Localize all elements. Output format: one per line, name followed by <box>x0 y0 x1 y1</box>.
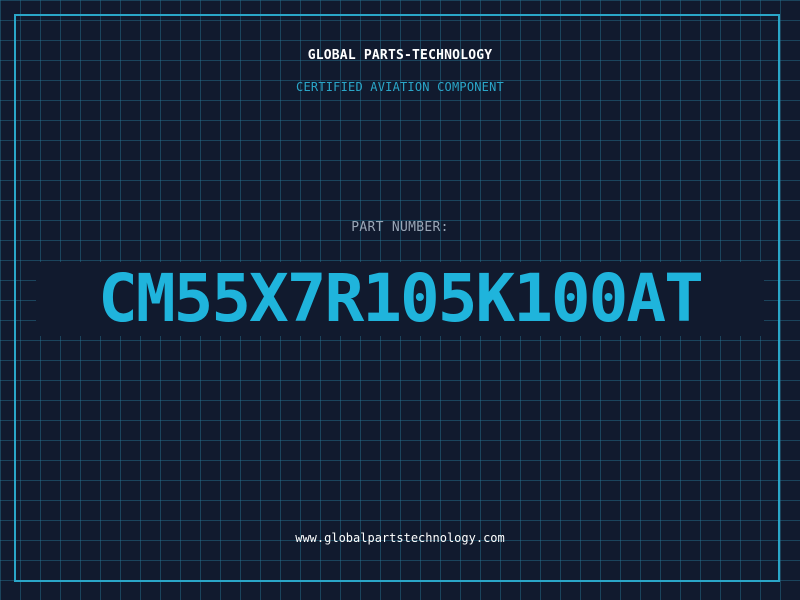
part-number-label: PART NUMBER: <box>351 220 449 235</box>
website-url: www.globalpartstechnology.com <box>295 531 505 545</box>
part-number-value: CM55X7R105K100AT <box>36 262 764 336</box>
company-name: GLOBAL PARTS-TECHNOLOGY <box>307 48 493 63</box>
part-card: GLOBAL PARTS-TECHNOLOGY CERTIFIED AVIATI… <box>0 0 800 600</box>
tagline: CERTIFIED AVIATION COMPONENT <box>296 80 504 94</box>
